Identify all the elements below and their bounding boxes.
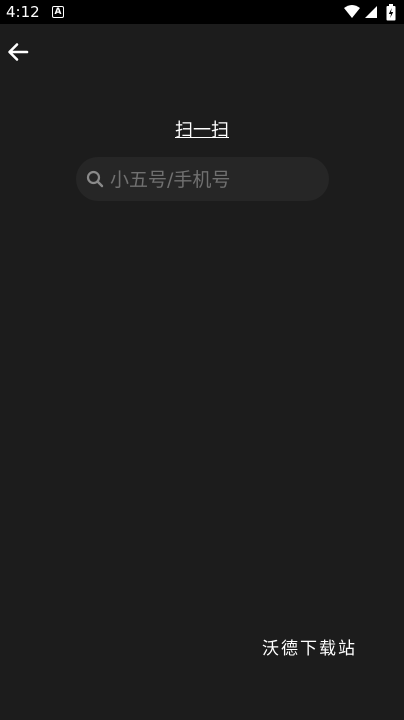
arrow-left-icon: [8, 43, 29, 61]
search-icon: [86, 170, 104, 188]
search-input[interactable]: [108, 157, 322, 203]
watermark-text: 沃德下载站: [262, 639, 357, 659]
battery-icon: [386, 4, 396, 21]
status-bar: 4:12 A: [0, 0, 404, 24]
status-time: 4:12: [6, 3, 40, 21]
scan-link[interactable]: 扫一扫: [0, 116, 404, 142]
signal-icon: [365, 6, 377, 18]
wifi-icon: [344, 5, 360, 18]
search-bar[interactable]: [76, 157, 329, 203]
notification-a-icon: A: [52, 6, 64, 18]
back-button[interactable]: [6, 40, 30, 64]
